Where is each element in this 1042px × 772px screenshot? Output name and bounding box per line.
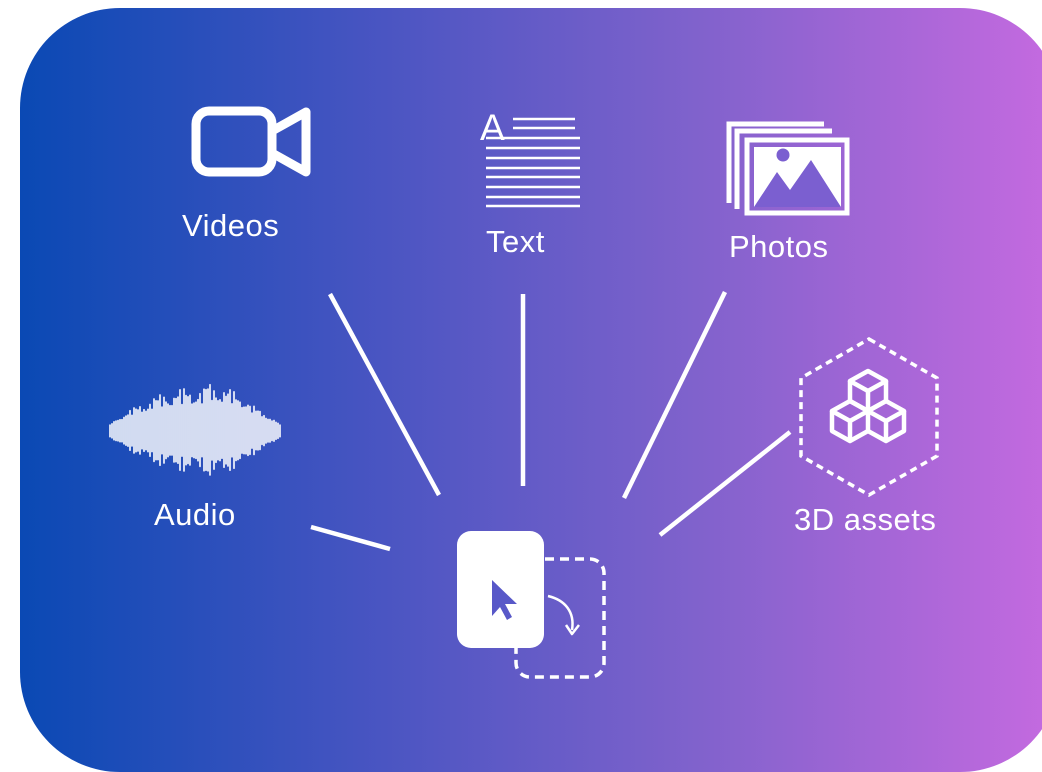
asset-types-diagram: A bbox=[109, 106, 939, 679]
label-videos: Videos bbox=[182, 208, 280, 243]
text-document-icon: A bbox=[480, 107, 580, 208]
video-camera-icon bbox=[191, 106, 311, 177]
label-audio: Audio bbox=[154, 497, 236, 532]
svg-text:A: A bbox=[480, 107, 505, 148]
connector-photos bbox=[621, 291, 728, 499]
label-photos: Photos bbox=[729, 229, 829, 264]
label-text: Text bbox=[486, 224, 545, 259]
connector-3d-assets bbox=[658, 430, 792, 537]
photo-stack-icon bbox=[726, 121, 850, 216]
audio-waveform-icon bbox=[109, 383, 281, 476]
connector-videos bbox=[328, 292, 441, 497]
connector-audio bbox=[310, 524, 391, 552]
drag-and-drop-cursor-icon bbox=[457, 531, 606, 679]
label-3d-assets: 3D assets bbox=[794, 502, 937, 537]
3d-cubes-icon bbox=[799, 336, 939, 498]
